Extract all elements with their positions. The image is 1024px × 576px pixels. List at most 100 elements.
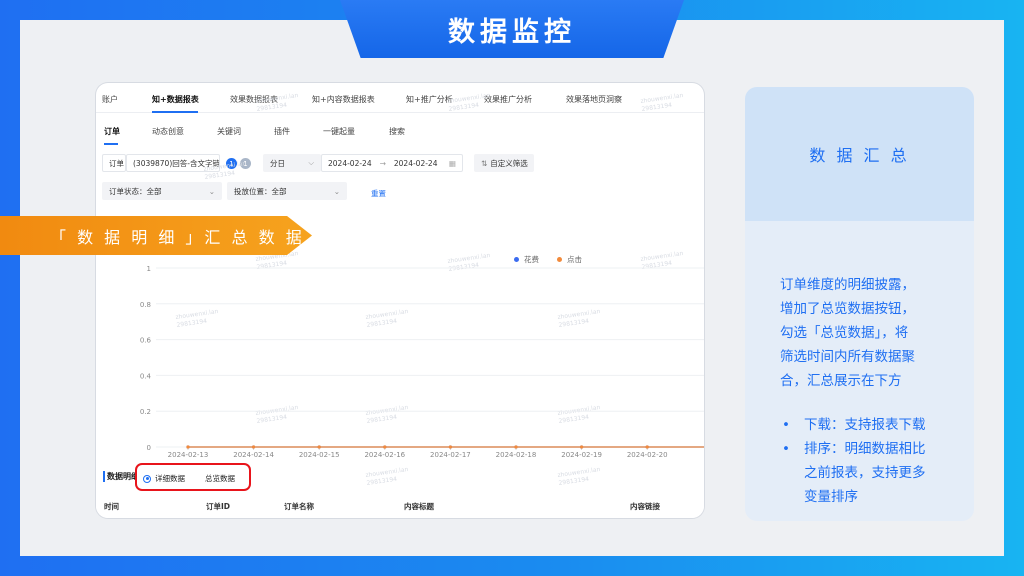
sub-tab-plugin[interactable]: 插件 [274,126,290,137]
description-line: 筛选时间内所有数据聚 [780,349,915,365]
column-header-time[interactable]: 时间 [104,501,119,512]
trend-chart: 0 0.2 0.4 0.6 0.8 1 2024-02-13 2024-02-14 2024-0… [140,265,704,459]
x-tick-label: 2024-02-15 [299,451,340,459]
reset-link[interactable]: 重置 [371,188,386,199]
watermark: zhouwenxi.lan 29813194 [175,308,220,330]
radio-summary-label: 总览数据 [205,474,235,483]
watermark: zhouwenxi.lan 29813194 [640,250,685,272]
x-tick-label: 2024-02-17 [430,451,471,459]
feature-line: 下载：支持报表下载 [804,417,926,433]
radio-detail-data[interactable]: 详细数据 [143,473,185,484]
column-header-content-link[interactable]: 内容链接 [630,501,660,512]
legend-label: 花费 [524,255,539,264]
y-tick-label: 1 [147,265,151,273]
watermark: zhouwenxi.lan 29813194 [557,308,602,330]
radio-detail-label: 详细数据 [155,474,185,483]
data-point [514,445,518,449]
legend-item-clicks[interactable]: 点击 [557,254,582,265]
chevron-down-icon: ⌄ [333,186,340,196]
legend-dot [557,257,562,262]
description-line: 勾选「总览数据」，将 [780,325,909,341]
nav-tab-zhi-analysis[interactable]: 知+推广分析 [406,94,453,105]
radio-summary-data[interactable]: 总览数据 [205,473,235,484]
x-tick-label: 2024-02-18 [496,451,537,459]
feature-line: 变量排序 [804,489,858,505]
order-filter-label: 订单 [102,154,126,172]
data-point [186,445,190,449]
date-end: 2024-02-24 [393,158,438,168]
description-line: 订单维度的明细披露， [780,277,915,293]
nav-tab-landing-insight[interactable]: 效果落地页洞察 [566,94,622,105]
y-tick-label: 0.8 [140,301,151,309]
order-filter-label-text: 订单 [109,158,124,168]
view-mode-radio-group: 详细数据 总览数据 [135,463,251,491]
column-header-order-name[interactable]: 订单名称 [284,501,314,512]
placement-value: 投放位置：全部 [234,186,287,196]
y-tick-label: 0.2 [140,408,151,416]
watermark: zhouwenxi.lan 29813194 [255,404,300,426]
summary-card: 数 据 汇 总 订单维度的明细披露， 增加了总览数据按钮， 勾选「总览数据」，将… [745,87,974,521]
legend-dot [514,257,519,262]
placement-select[interactable]: 投放位置：全部 ⌄ [227,182,347,200]
custom-filter-label: 自定义筛选 [490,158,528,168]
data-point [383,445,387,449]
description-line: 合，汇总展示在下方 [780,373,902,389]
top-nav: 账户 知+数据报表 效果数据报表 知+内容数据报表 知+推广分析 效果推广分析 … [96,83,704,113]
filter-icon: ⇅ [481,158,488,168]
sub-tab-search[interactable]: 搜索 [389,126,405,137]
report-screenshot: 账户 知+数据报表 效果数据报表 知+内容数据报表 知+推广分析 效果推广分析 … [96,83,704,518]
sub-active-indicator [104,143,118,145]
date-start: 2024-02-24 [328,158,372,168]
date-separator: → [379,158,386,168]
custom-filter-button[interactable]: ⇅ 自定义筛选 [474,154,534,172]
y-tick-label: 0.4 [140,372,152,380]
data-point [645,445,649,449]
watermark: zhouwenxi.lan 29813194 [447,252,492,274]
x-tick-label: 2024-02-20 [627,451,668,459]
column-header-order-id[interactable]: 订单ID [206,501,230,512]
radio-checked-icon [143,474,151,483]
calendar-icon: ▦ [448,158,456,168]
data-point [317,445,321,449]
data-point [514,445,518,449]
data-point [580,445,584,449]
sub-tabs: 订单 动态创意 关键词 插件 一键起量 搜索 [96,113,704,147]
data-point [383,445,387,449]
x-tick-label: 2024-02-19 [561,451,602,459]
watermark: zhouwenxi.lan 29813194 [557,404,602,426]
date-range-picker[interactable]: 2024-02-24 → 2024-02-24 ▦ [321,154,463,172]
data-point [186,445,190,449]
nav-tab-account[interactable]: 账户 [102,94,118,105]
feature-sort: 排序：明细数据相比 之前报表，支持更多 变量排序 [782,437,962,509]
granularity-select[interactable]: 分日 ⌵ [263,154,321,172]
feature-line: 之前报表，支持更多 [804,465,926,481]
feature-list: 下载：支持报表下载 排序：明细数据相比 之前报表，支持更多 变量排序 [782,413,962,509]
sub-tab-dynamic-creative[interactable]: 动态创意 [152,126,184,137]
legend-label: 点击 [567,255,582,264]
x-tick-label: 2024-02-14 [233,451,274,459]
sub-tab-keyword[interactable]: 关键词 [217,126,241,137]
feature-download: 下载：支持报表下载 [782,413,962,437]
sub-tab-boost[interactable]: 一键起量 [323,126,355,137]
table-header: 时间 订单ID 订单名称 内容标题 内容链接 [96,495,704,518]
data-point [645,445,649,449]
detail-section-title: 数据明细 [103,471,139,482]
sub-tab-order[interactable]: 订单 [104,126,120,137]
order-status-select[interactable]: 订单状态：全部 ⌄ [102,182,222,200]
description-line: 增加了总览数据按钮， [780,301,915,317]
x-tick-label: 2024-02-16 [364,451,405,459]
legend-item-spend[interactable]: 花费 [514,254,539,265]
data-point [580,445,584,449]
y-tick-label: 0.6 [140,337,152,345]
data-point [317,445,321,449]
x-tick-label: 2024-02-13 [168,451,209,459]
chevron-down-icon: ⌵ [308,158,314,167]
column-header-content-title[interactable]: 内容标题 [404,501,434,512]
watermark: zhouwenxi.lan 29813194 [365,404,410,426]
watermark: zhouwenxi.lan 29813194 [557,466,602,488]
nav-tab-zhi-report[interactable]: 知+数据报表 [152,94,199,105]
feature-line: 排序：明细数据相比 [804,441,926,457]
data-point [448,445,452,449]
nav-tab-content-report[interactable]: 知+内容数据报表 [312,94,375,105]
watermark: zhouwenxi.lan 29813194 [365,308,410,330]
